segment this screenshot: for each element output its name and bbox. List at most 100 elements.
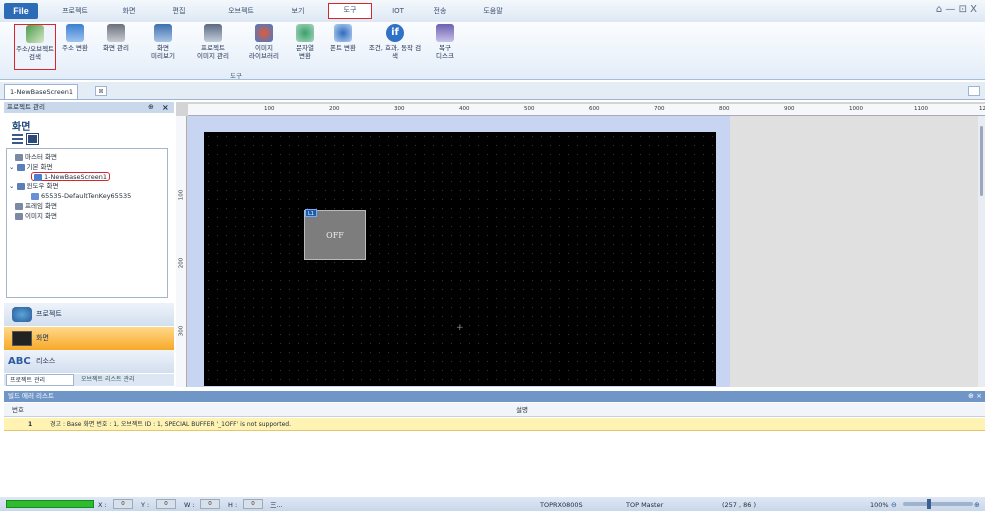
condition-search-icon: if <box>386 24 404 42</box>
menu-view[interactable]: 보기 <box>284 3 312 19</box>
screen-tree: 마스터 화면 ⌄ 기본 화면 1-NewBaseScreen1 ⌄ 윈도우 화면… <box>6 148 168 298</box>
ruler-tick-label: 900 <box>784 106 795 112</box>
resource-icon: ABC <box>8 356 31 367</box>
w-label: W : <box>184 501 195 509</box>
y-label: Y : <box>141 501 150 509</box>
tab-object-list[interactable]: 오브젝트 리스트 관리 <box>78 374 170 386</box>
address-search-button[interactable]: 주소/오브젝트 검색 <box>14 24 56 70</box>
section-resource[interactable]: ABC 리소스 <box>4 350 174 373</box>
tab-project-manage[interactable]: 프로젝트 관리 <box>6 374 74 386</box>
image-library-button[interactable]: 이미지 라이브러리 <box>243 24 285 70</box>
close-icon[interactable]: ⊠ <box>95 86 107 96</box>
y-field[interactable]: 0 <box>156 499 176 509</box>
tree-node-image[interactable]: 이미지 화면 <box>15 212 57 221</box>
tree-node-tenkey[interactable]: 65535-DefaultTenKey65535 <box>31 192 131 201</box>
ruler-tick-label: 100 <box>178 189 185 201</box>
tree-node-window[interactable]: ⌄ 윈도우 화면 <box>9 182 58 191</box>
zoom-slider[interactable] <box>903 499 973 509</box>
section-project[interactable]: 프로젝트 <box>4 303 174 326</box>
cursor-coords: (257 , 86 ) <box>722 501 757 509</box>
project-image-icon <box>204 24 222 42</box>
close-icon[interactable]: × <box>162 102 169 113</box>
ruler-tick-label: 1200 <box>979 106 985 112</box>
pin-icon[interactable]: ⊕ <box>148 102 154 113</box>
panel-bottom-tabs: 프로젝트 관리 오브젝트 리스트 관리 <box>4 374 174 386</box>
menu-project[interactable]: 프로젝트 <box>55 3 95 19</box>
condition-search-label: 조건, 효과, 동작 검 색 <box>368 44 422 60</box>
device-model: TOPRX0800S <box>540 501 583 509</box>
tab-new-base-screen[interactable]: 1-NewBaseScreen1 <box>4 84 78 99</box>
error-list-columns: 번호 설명 <box>4 403 985 417</box>
project-image-button[interactable]: 프로젝트 이미지 관리 <box>190 24 236 70</box>
tree-node-new-base-screen[interactable]: 1-NewBaseScreen1 <box>31 172 110 181</box>
menu-iot[interactable]: IOT <box>386 3 410 19</box>
project-icon <box>12 307 32 322</box>
menu-screen[interactable]: 화면 <box>115 3 143 19</box>
tree-node-base[interactable]: ⌄ 기본 화면 <box>9 163 53 172</box>
font-convert-button[interactable]: 폰트 변환 <box>326 24 360 70</box>
grid-view-icon[interactable] <box>26 133 39 145</box>
menu-help[interactable]: 도움말 <box>476 3 510 19</box>
zoom-level[interactable]: 100% <box>870 499 889 511</box>
screen-preview-label: 화면 미리보기 <box>151 44 175 60</box>
view-toggle[interactable] <box>12 133 42 145</box>
h-field[interactable]: 0 <box>243 499 263 509</box>
pin-icon[interactable]: ⊕ × <box>968 391 982 402</box>
string-convert-icon <box>296 24 314 42</box>
menu-object[interactable]: 오브젝트 <box>220 3 262 19</box>
screen-preview-icon <box>154 24 172 42</box>
screen-manage-button[interactable]: 화면 관리 <box>96 24 136 70</box>
window-controls[interactable]: ⌂ — ⊡ X <box>936 4 977 15</box>
address-convert-icon <box>66 24 84 42</box>
tree-node-master[interactable]: 마스터 화면 <box>15 153 57 162</box>
error-number: 1 <box>28 421 33 428</box>
recovery-disk-label: 복구 디스크 <box>436 44 454 60</box>
x-field[interactable]: 0 <box>113 499 133 509</box>
ruler-tick-label: 700 <box>654 106 665 112</box>
string-convert-label: 문자열 변환 <box>296 44 314 60</box>
section-screen[interactable]: 화면 <box>4 327 174 350</box>
error-row[interactable]: 1 경고 : Base 화면 번호 : 1, 오브젝트 ID : 1, SPEC… <box>4 418 985 431</box>
file-menu[interactable]: File <box>4 3 38 19</box>
panel-title: 화면 <box>12 122 31 133</box>
ruler-tick-label: 600 <box>589 106 600 112</box>
folder-icon <box>16 163 25 171</box>
screen-icon <box>12 331 32 346</box>
error-list-header: 빌드 에러 리스트 <box>4 391 985 402</box>
menu-edit[interactable]: 편집 <box>165 3 193 19</box>
vertical-scrollbar[interactable] <box>978 116 985 387</box>
menu-tools[interactable]: 도구 <box>328 3 372 19</box>
condition-search-button[interactable]: if 조건, 효과, 동작 검 색 <box>366 24 424 70</box>
status-extra[interactable]: 三... <box>270 499 283 511</box>
ruler-tick-label: 1000 <box>849 106 863 112</box>
error-text: 경고 : Base 화면 번호 : 1, 오브젝트 ID : 1, SPECIA… <box>50 421 292 428</box>
list-view-icon[interactable] <box>12 134 23 144</box>
folder-icon <box>16 182 25 190</box>
address-convert-button[interactable]: 주소 변환 <box>60 24 90 70</box>
zoom-in-icon[interactable]: ⊕ <box>974 499 980 511</box>
recovery-disk-button[interactable]: 복구 디스크 <box>430 24 460 70</box>
screen-preview-button[interactable]: 화면 미리보기 <box>143 24 183 70</box>
ruler-tick-label: 1100 <box>914 106 928 112</box>
tab-scroll-icon[interactable] <box>968 86 980 96</box>
column-number: 번호 <box>12 406 24 414</box>
image-library-icon <box>255 24 273 42</box>
tree-node-frame[interactable]: 프레임 화면 <box>15 202 57 211</box>
progress-bar <box>6 500 94 508</box>
ruler-tick-label: 800 <box>719 106 730 112</box>
ribbon-group-label: 도구 <box>230 72 242 80</box>
folder-icon <box>15 212 23 220</box>
w-field[interactable]: 0 <box>200 499 220 509</box>
zoom-out-icon[interactable]: ⊖ <box>891 499 897 511</box>
address-search-icon <box>26 25 44 43</box>
ruler-tick-label: 300 <box>178 325 185 337</box>
ruler-tick-label: 400 <box>459 106 470 112</box>
document-tab-strip <box>0 82 985 100</box>
horizontal-ruler: 100 200 300 400 500 600 700 800 900 1000 1100 1200 <box>188 104 985 116</box>
folder-icon <box>15 202 23 210</box>
screen-canvas[interactable] <box>204 132 716 386</box>
string-convert-button[interactable]: 문자열 변환 <box>290 24 320 70</box>
image-library-label: 이미지 라이브러리 <box>249 44 279 60</box>
ruler-tick-label: 500 <box>524 106 535 112</box>
menu-transfer[interactable]: 전송 <box>428 3 452 19</box>
